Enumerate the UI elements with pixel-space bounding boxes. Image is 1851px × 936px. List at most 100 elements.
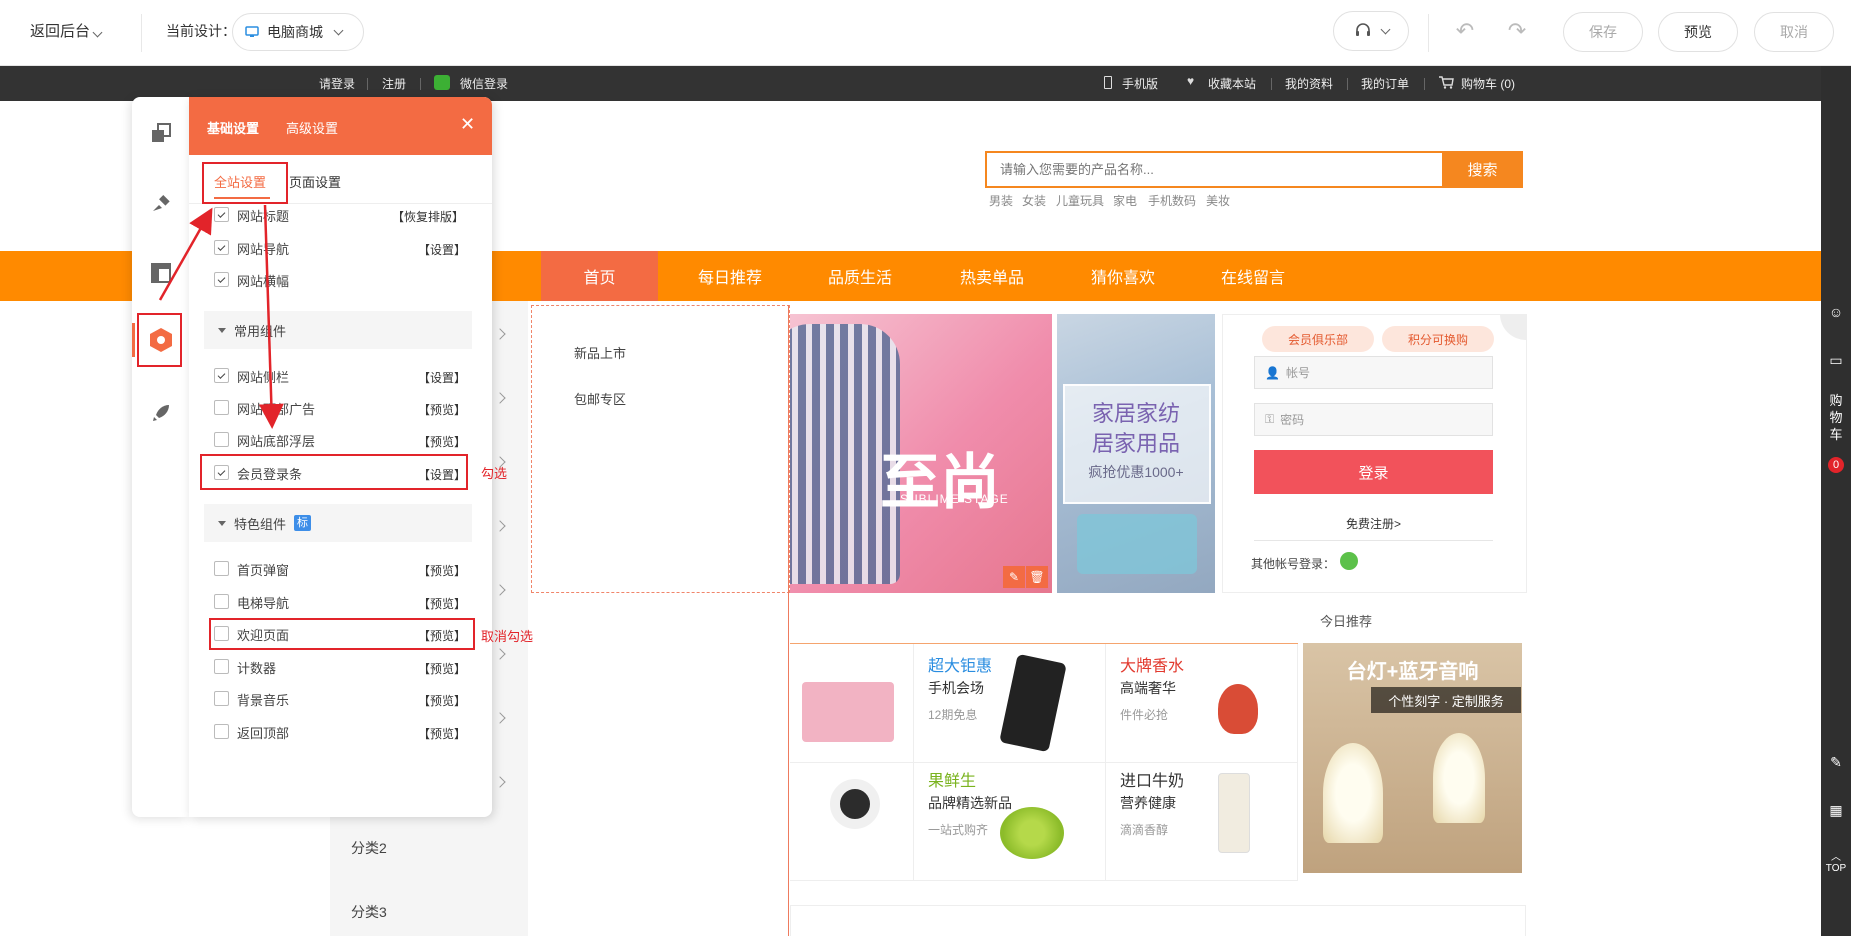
dropdown-item[interactable]: 新品上市 xyxy=(574,343,626,362)
nav-item-guess[interactable]: 猜你喜欢 xyxy=(1073,251,1173,301)
nav-item-daily[interactable]: 每日推荐 xyxy=(680,251,780,301)
free-register-link[interactable]: 免费注册> xyxy=(1346,515,1401,532)
save-button[interactable]: 保存 xyxy=(1563,12,1643,52)
checkbox[interactable] xyxy=(214,561,229,576)
delete-icon[interactable]: 🗑 xyxy=(1026,566,1048,588)
checkbox[interactable] xyxy=(214,594,229,609)
hotword-link[interactable]: 家电 xyxy=(1113,192,1137,209)
row-action-link[interactable]: 【预览】 xyxy=(418,562,466,579)
lamp-figure xyxy=(1323,743,1383,843)
search-button[interactable]: 搜索 xyxy=(1442,151,1523,188)
wechat-login-link[interactable]: 微信登录 xyxy=(460,75,508,92)
profile-link[interactable]: 我的资料 xyxy=(1285,75,1333,92)
cart-link[interactable]: 购物车 (0) xyxy=(1461,75,1515,92)
login-link[interactable]: 请登录 xyxy=(319,75,355,92)
checkbox[interactable] xyxy=(214,400,229,415)
product-note: 12期免息 xyxy=(928,708,978,722)
search-input[interactable] xyxy=(987,153,1442,186)
lamp-banner[interactable]: 台灯+蓝牙音响 个性刻字 · 定制服务 xyxy=(1303,643,1522,873)
nav-item-message[interactable]: 在线留言 xyxy=(1203,251,1303,301)
device-select[interactable]: 电脑商城 xyxy=(232,13,364,51)
register-link[interactable]: 注册 xyxy=(382,75,406,92)
checkbox[interactable] xyxy=(214,724,229,739)
product-card[interactable]: 进口牛奶 营养健康 滴滴香醇 xyxy=(1106,763,1298,881)
hotword-link[interactable]: 儿童玩具 xyxy=(1056,192,1104,209)
annotation-check-note: 勾选 xyxy=(481,466,508,481)
row-action-link[interactable]: 【预览】 xyxy=(418,595,466,612)
product-card[interactable] xyxy=(790,644,914,763)
checkbox[interactable] xyxy=(214,207,229,222)
row-action-link[interactable]: 【预览】 xyxy=(418,725,466,742)
category-item[interactable]: 分类2 xyxy=(351,838,387,858)
category-item[interactable]: 分类3 xyxy=(351,902,387,922)
row-label: 背景音乐 xyxy=(237,693,290,708)
checkbox[interactable] xyxy=(214,240,229,255)
home-textile-banner[interactable]: 家居家纺 居家用品 疯抢优惠1000+ xyxy=(1057,314,1215,593)
subtab-page-settings[interactable]: 页面设置 xyxy=(289,172,341,191)
back-to-admin-button[interactable]: 返回后台 xyxy=(30,20,103,41)
row-action-link[interactable]: 【预览】 xyxy=(418,401,466,418)
row-label: 网站导航 xyxy=(237,242,290,257)
user-icon[interactable]: ☺ xyxy=(1821,304,1851,320)
row-label: 网站顶部广告 xyxy=(237,402,316,417)
back-to-top-button[interactable]: ︿ TOP xyxy=(1821,848,1851,874)
fashion-banner[interactable]: 至尚 SUBLIME STAGE ✎ 🗑 xyxy=(790,314,1052,593)
product-title: 果鲜生 xyxy=(928,767,976,791)
edit-icon[interactable]: ✎ xyxy=(1003,566,1025,588)
layers-icon[interactable] xyxy=(144,116,178,150)
row-action-link[interactable]: 【预览】 xyxy=(418,692,466,709)
member-club-badge[interactable]: 会员俱乐部 xyxy=(1262,326,1374,352)
row-action-link[interactable]: 【预览】 xyxy=(418,433,466,450)
hotword-link[interactable]: 手机数码 xyxy=(1148,192,1196,209)
checkbox[interactable] xyxy=(214,272,229,287)
checkbox[interactable] xyxy=(214,691,229,706)
checkbox[interactable] xyxy=(214,659,229,674)
login-button[interactable]: 登录 xyxy=(1254,450,1493,494)
checkbox[interactable] xyxy=(214,432,229,447)
row-action-link[interactable]: 【预览】 xyxy=(418,660,466,677)
tab-basic-settings[interactable]: 基础设置 xyxy=(207,118,259,137)
close-icon[interactable]: ✕ xyxy=(460,115,476,133)
hotword-link[interactable]: 男装 xyxy=(989,192,1013,209)
wechat-icon xyxy=(434,75,450,90)
hotword-link[interactable]: 女装 xyxy=(1022,192,1046,209)
checkbox[interactable] xyxy=(214,368,229,383)
product-card[interactable]: 超大钜惠 手机会场 12期免息 xyxy=(914,644,1106,763)
nav-item-hot[interactable]: 热卖单品 xyxy=(942,251,1042,301)
nav-item-quality[interactable]: 品质生活 xyxy=(810,251,910,301)
undo-icon[interactable]: ↶ xyxy=(1452,18,1478,44)
preview-button[interactable]: 预览 xyxy=(1658,12,1738,52)
dropdown-item[interactable]: 包邮专区 xyxy=(574,389,626,408)
message-icon[interactable]: ▭ xyxy=(1821,352,1851,369)
row-action-link[interactable]: 【设置】 xyxy=(418,241,466,258)
mobile-link[interactable]: 手机版 xyxy=(1122,75,1158,92)
wechat-icon[interactable] xyxy=(1340,552,1358,570)
password-field[interactable]: ⚿ 密码 xyxy=(1254,403,1493,436)
row-action-link[interactable]: 【恢复排版】 xyxy=(392,208,464,225)
tab-advanced-settings[interactable]: 高级设置 xyxy=(286,118,338,137)
group-common-components[interactable]: 常用组件 xyxy=(204,311,472,349)
brush-icon[interactable] xyxy=(144,186,178,220)
nav-item-home[interactable]: 首页 xyxy=(541,251,658,301)
cart-tab[interactable]: 购 物 车 xyxy=(1821,392,1851,443)
rocket-icon[interactable] xyxy=(144,396,178,430)
cancel-button[interactable]: 取消 xyxy=(1754,12,1834,52)
edit-note-icon[interactable]: ✎ xyxy=(1821,754,1851,771)
hotword-link[interactable]: 美妆 xyxy=(1206,192,1230,209)
help-dropdown[interactable] xyxy=(1333,11,1409,51)
qrcode-icon[interactable]: ▦ xyxy=(1821,802,1851,819)
cart-char: 购 xyxy=(1829,393,1843,408)
row-action-link[interactable]: 【设置】 xyxy=(418,369,466,386)
product-card[interactable]: 果鲜生 品牌精选新品 一站式购齐 xyxy=(914,763,1106,881)
layout-icon[interactable] xyxy=(144,256,178,290)
group-special-components[interactable]: 特色组件标 xyxy=(204,504,472,542)
account-field[interactable]: 👤 帐号 xyxy=(1254,356,1493,389)
divider xyxy=(1254,540,1493,541)
product-card[interactable]: 大牌香水 高端奢华 件件必抢 xyxy=(1106,644,1298,763)
orders-link[interactable]: 我的订单 xyxy=(1361,75,1409,92)
product-card[interactable] xyxy=(790,763,914,881)
favorite-link[interactable]: 收藏本站 xyxy=(1208,75,1256,92)
redo-icon[interactable]: ↷ xyxy=(1504,18,1530,44)
component-icon[interactable] xyxy=(144,323,178,357)
points-badge[interactable]: 积分可换购 xyxy=(1382,326,1494,352)
